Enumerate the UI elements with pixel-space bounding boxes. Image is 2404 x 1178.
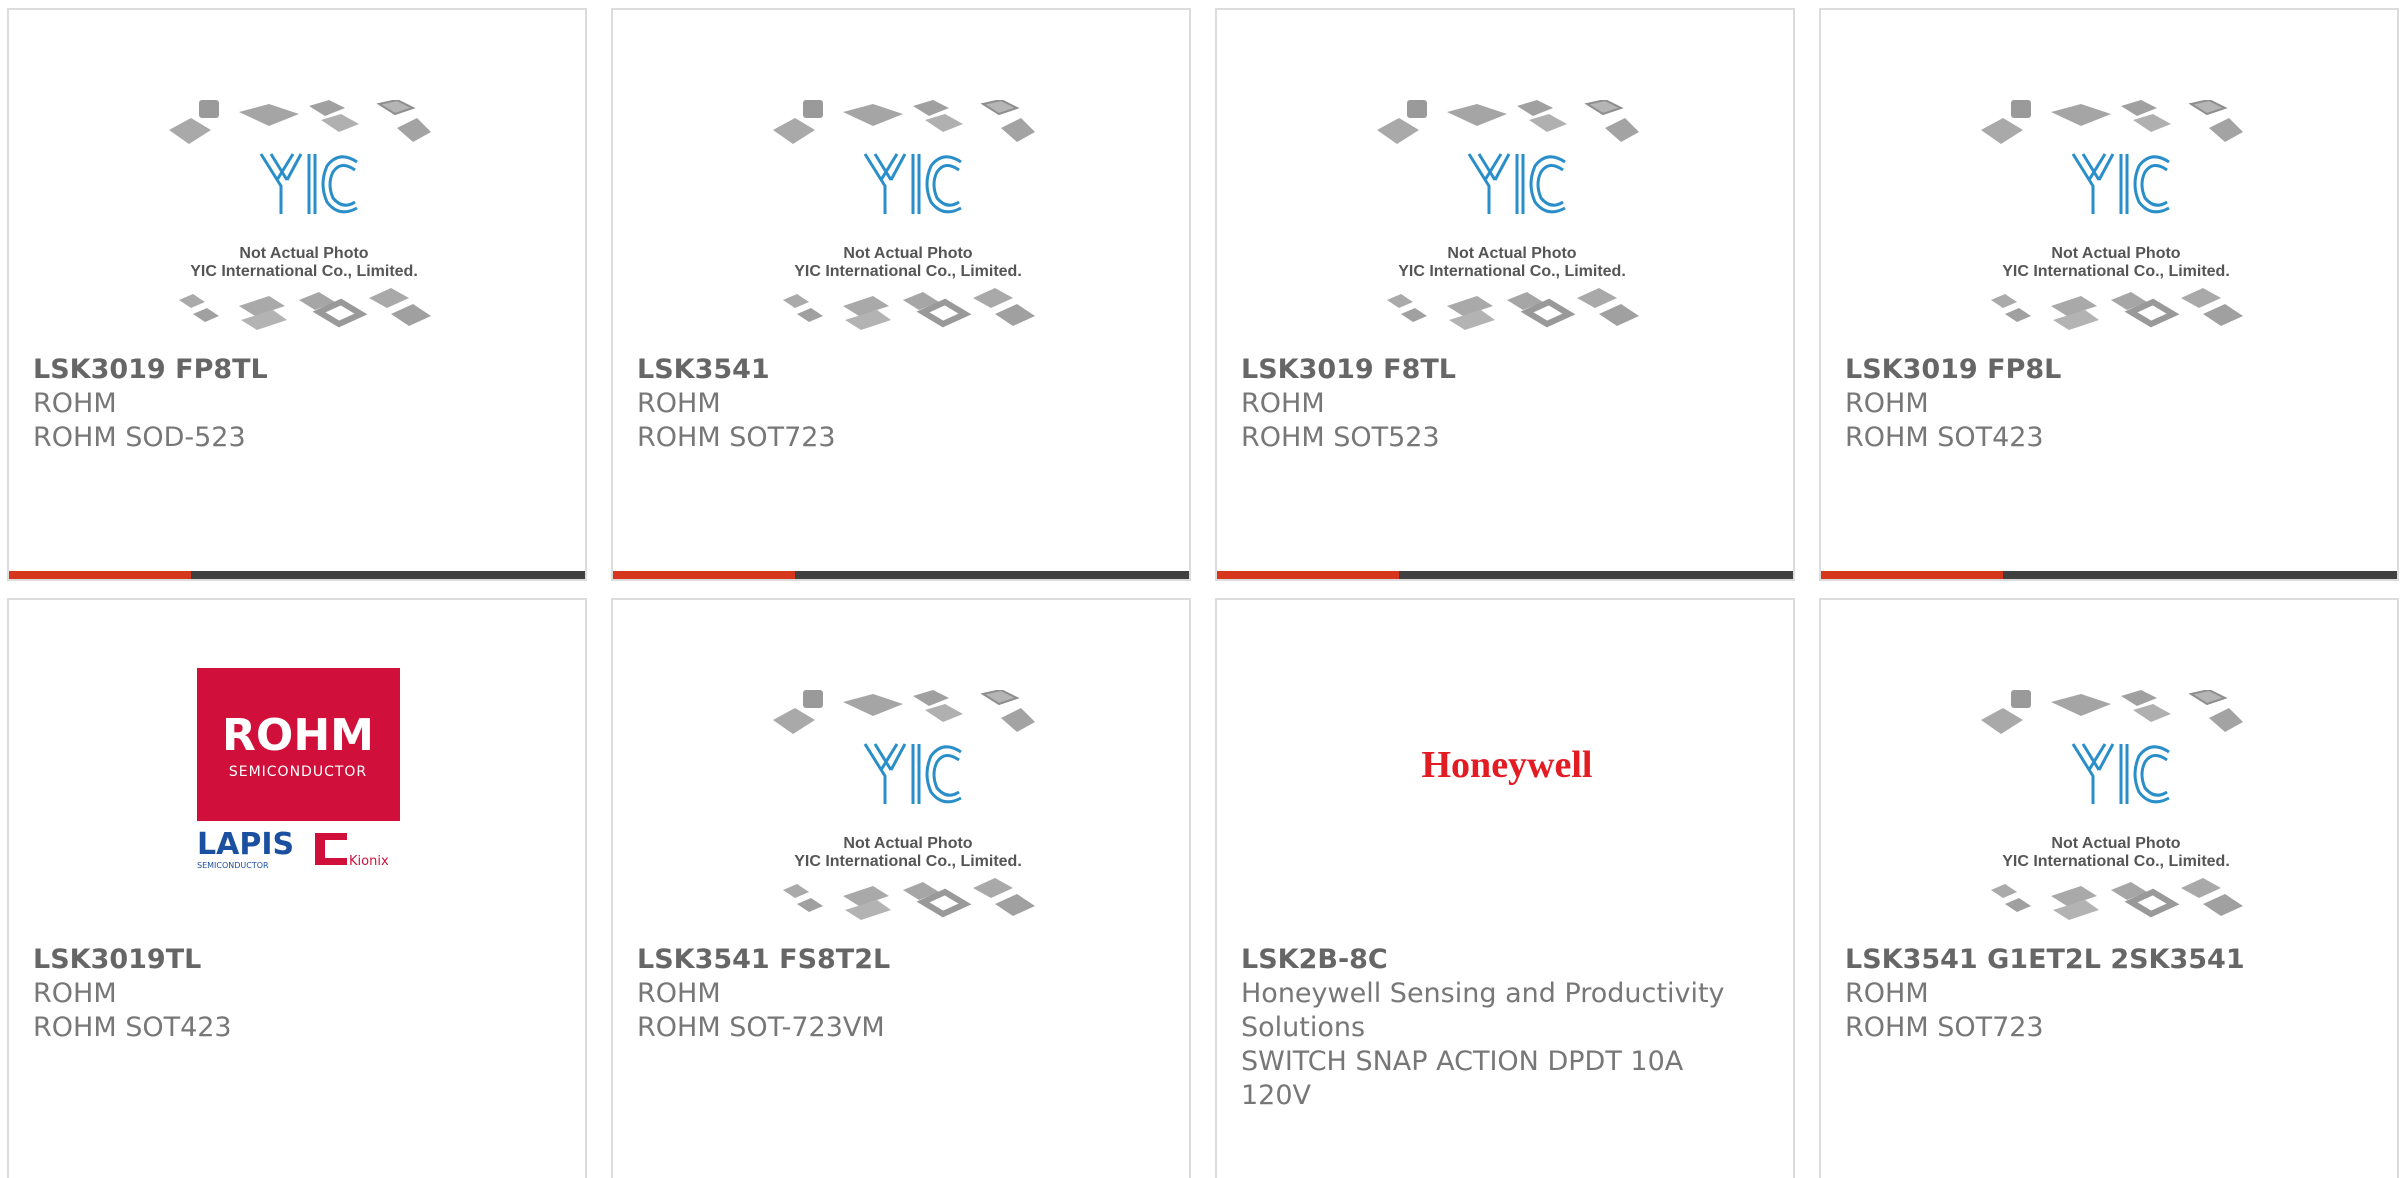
svg-text:YIC International Co., Limited: YIC International Co., Limited. xyxy=(2002,263,2230,280)
svg-text:YIC International Co., Limited: YIC International Co., Limited. xyxy=(2002,853,2230,870)
manufacturer: ROHM xyxy=(1845,388,1929,419)
description: ROHM SOT423 xyxy=(1845,422,2044,453)
product-image[interactable]: ROHM SEMICONDUCTOR LAPIS SEMICONDUCTOR K… xyxy=(9,600,585,938)
description: SWITCH SNAP ACTION DPDT 10A 120V xyxy=(1241,1046,1684,1111)
card-accent xyxy=(1217,571,1399,579)
svg-text:Not Actual Photo: Not Actual Photo xyxy=(2051,245,2180,262)
description: ROHM SOT523 xyxy=(1241,422,1440,453)
part-number[interactable]: LSK3019 FP8L xyxy=(1845,353,2357,387)
part-number[interactable]: LSK3019TL xyxy=(33,943,545,977)
part-number[interactable]: LSK2B-8C xyxy=(1241,943,1753,977)
svg-text:SEMICONDUCTOR: SEMICONDUCTOR xyxy=(229,764,367,780)
part-number[interactable]: LSK3541 G1ET2L 2SK3541 xyxy=(1845,943,2357,977)
svg-text:YIC International Co., Limited: YIC International Co., Limited. xyxy=(190,263,418,280)
manufacturer: ROHM xyxy=(1845,978,1929,1009)
product-image[interactable]: Not Actual Photo YIC International Co., … xyxy=(9,10,585,348)
product-image[interactable]: Not Actual Photo YIC International Co., … xyxy=(613,600,1189,938)
card-accent xyxy=(1821,571,2003,579)
svg-text:Honeywell: Honeywell xyxy=(1422,744,1593,786)
product-info: LSK3019 FP8L ROHM ROHM SOT423 xyxy=(1845,353,2357,455)
product-card[interactable]: Not Actual Photo YIC International Co., … xyxy=(1819,8,2399,581)
svg-text:ROHM: ROHM xyxy=(222,710,374,761)
product-card[interactable]: Not Actual Photo YIC International Co., … xyxy=(7,8,587,581)
svg-text:YIC International Co., Limited: YIC International Co., Limited. xyxy=(794,853,1022,870)
placeholder-image-icon: Not Actual Photo YIC International Co., … xyxy=(1377,100,1647,350)
description: ROHM SOT423 xyxy=(33,1012,232,1043)
card-bottom-bar xyxy=(1217,571,1793,579)
placeholder-image-icon: Not Actual Photo YIC International Co., … xyxy=(1981,100,2251,350)
product-info: LSK3019 FP8TL ROHM ROHM SOD-523 xyxy=(33,353,545,455)
part-number[interactable]: LSK3541 xyxy=(637,353,1149,387)
svg-text:Not Actual Photo: Not Actual Photo xyxy=(2051,835,2180,852)
product-grid: Not Actual Photo YIC International Co., … xyxy=(0,0,2404,1178)
placeholder-image-icon: Not Actual Photo YIC International Co., … xyxy=(169,100,439,350)
card-bottom-bar xyxy=(9,571,585,579)
product-card[interactable]: Not Actual Photo YIC International Co., … xyxy=(1819,598,2399,1178)
product-image[interactable]: Not Actual Photo YIC International Co., … xyxy=(613,10,1189,348)
product-image[interactable]: Honeywell xyxy=(1217,600,1793,938)
rohm-logo-icon: ROHM SEMICONDUCTOR LAPIS SEMICONDUCTOR K… xyxy=(197,668,400,870)
product-card[interactable]: Not Actual Photo YIC International Co., … xyxy=(611,8,1191,581)
product-info: LSK3019 F8TL ROHM ROHM SOT523 xyxy=(1241,353,1753,455)
svg-text:LAPIS: LAPIS xyxy=(197,827,294,862)
product-info: LSK3019TL ROHM ROHM SOT423 xyxy=(33,943,545,1045)
manufacturer: ROHM xyxy=(33,388,117,419)
description: ROHM SOT723 xyxy=(637,422,836,453)
part-number[interactable]: LSK3019 F8TL xyxy=(1241,353,1753,387)
description: ROHM SOD-523 xyxy=(33,422,246,453)
description: ROHM SOT723 xyxy=(1845,1012,2044,1043)
svg-text:Not Actual Photo: Not Actual Photo xyxy=(843,245,972,262)
product-image[interactable]: Not Actual Photo YIC International Co., … xyxy=(1821,10,2397,348)
description: ROHM SOT-723VM xyxy=(637,1012,885,1043)
svg-text:YIC International Co., Limited: YIC International Co., Limited. xyxy=(794,263,1022,280)
svg-text:SEMICONDUCTOR: SEMICONDUCTOR xyxy=(197,861,269,870)
manufacturer: ROHM xyxy=(637,978,721,1009)
card-bottom-bar xyxy=(1821,571,2397,579)
product-card[interactable]: Not Actual Photo YIC International Co., … xyxy=(1215,8,1795,581)
manufacturer: ROHM xyxy=(637,388,721,419)
card-accent xyxy=(9,571,191,579)
product-info: LSK3541 G1ET2L 2SK3541 ROHM ROHM SOT723 xyxy=(1845,943,2357,1045)
svg-text:Not Actual Photo: Not Actual Photo xyxy=(239,245,368,262)
card-bottom-bar xyxy=(613,571,1189,579)
product-info: LSK2B-8C Honeywell Sensing and Productiv… xyxy=(1241,943,1753,1113)
product-info: LSK3541 FS8T2L ROHM ROHM SOT-723VM xyxy=(637,943,1149,1045)
product-card[interactable]: Honeywell LSK2B-8C Honeywell Sensing and… xyxy=(1215,598,1795,1178)
product-image[interactable]: Not Actual Photo YIC International Co., … xyxy=(1217,10,1793,348)
placeholder-image-icon: Not Actual Photo YIC International Co., … xyxy=(773,100,1043,350)
manufacturer: ROHM xyxy=(33,978,117,1009)
svg-text:Not Actual Photo: Not Actual Photo xyxy=(843,835,972,852)
part-number[interactable]: LSK3541 FS8T2L xyxy=(637,943,1149,977)
svg-text:Kionix: Kionix xyxy=(349,854,389,869)
manufacturer: Honeywell Sensing and Productivity Solut… xyxy=(1241,978,1725,1043)
placeholder-image-icon: Not Actual Photo YIC International Co., … xyxy=(1981,690,2251,940)
part-number[interactable]: LSK3019 FP8TL xyxy=(33,353,545,387)
product-image[interactable]: Not Actual Photo YIC International Co., … xyxy=(1821,600,2397,938)
card-accent xyxy=(613,571,795,579)
svg-text:Not Actual Photo: Not Actual Photo xyxy=(1447,245,1576,262)
honeywell-logo-icon: Honeywell xyxy=(1422,744,1593,786)
manufacturer: ROHM xyxy=(1241,388,1325,419)
product-card[interactable]: ROHM SEMICONDUCTOR LAPIS SEMICONDUCTOR K… xyxy=(7,598,587,1178)
product-card[interactable]: Not Actual Photo YIC International Co., … xyxy=(611,598,1191,1178)
svg-text:YIC International Co., Limited: YIC International Co., Limited. xyxy=(1398,263,1626,280)
product-info: LSK3541 ROHM ROHM SOT723 xyxy=(637,353,1149,455)
placeholder-image-icon: Not Actual Photo YIC International Co., … xyxy=(773,690,1043,940)
